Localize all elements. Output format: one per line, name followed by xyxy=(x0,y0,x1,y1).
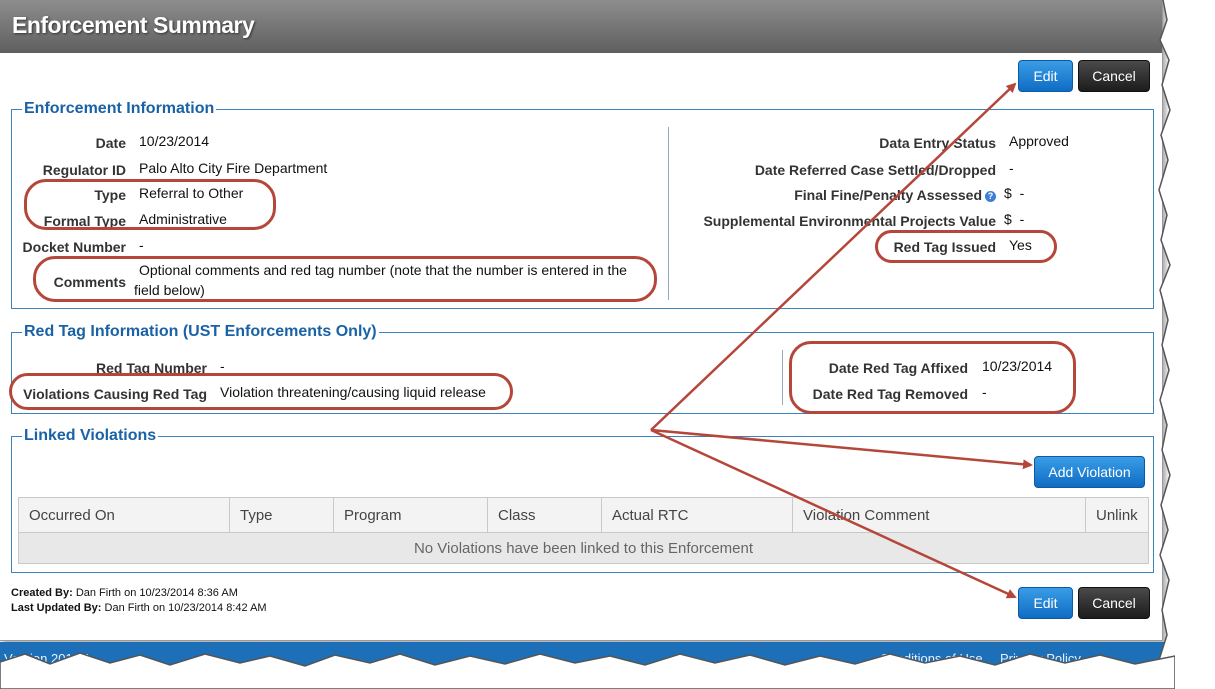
arrow-to-edit-top xyxy=(650,82,1017,431)
arrow-to-edit-bottom xyxy=(650,428,1017,599)
arrow-to-add-violation xyxy=(650,428,1033,470)
annotation-arrows xyxy=(650,82,1033,599)
torn-bottom-edge-decoration xyxy=(0,652,1175,689)
torn-edge-decoration xyxy=(1158,0,1215,689)
